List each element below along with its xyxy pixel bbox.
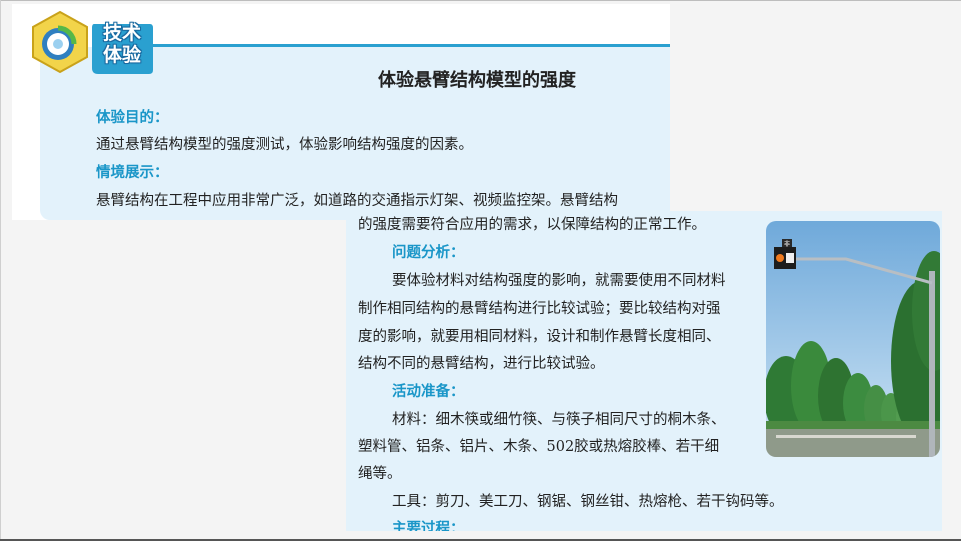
road-marking <box>776 435 916 438</box>
badge-line-2: 体验 <box>102 44 141 66</box>
badge-text: 技术 体验 <box>90 22 154 66</box>
hexagon-gear-icon <box>32 10 88 74</box>
scenario-text-line-1: 悬臂结构在工程中应用非常广泛，如道路的交通指示灯架、视频监控架。悬臂结构 <box>96 193 618 209</box>
materials-line-1: 材料：细木筷或细竹筷、与筷子相同尺寸的桐木条、 <box>392 412 726 428</box>
scenario-text-line-2: 的强度需要符合应用的需求，以保障结构的正常工作。 <box>358 217 706 233</box>
preparation-heading: 活动准备： <box>392 384 465 400</box>
scenario-heading: 情境展示： <box>96 165 169 181</box>
analysis-line-3: 度的影响，就要用相同材料，设计和制作悬臂长度相同、 <box>358 329 721 345</box>
tools-line: 工具：剪刀、美工刀、钢锯、钢丝钳、热熔枪、若干钩码等。 <box>392 494 784 510</box>
road <box>766 426 940 457</box>
frame-left-line <box>0 0 1 541</box>
materials-line-2: 塑料管、铝条、铝片、木条、502胶或热熔胶棒、若干细 <box>358 439 720 455</box>
frame-top-line <box>0 0 961 1</box>
traffic-light-photo: 非 <box>766 221 940 457</box>
page-title: 体验悬臂结构模型的强度 <box>378 70 576 91</box>
signal-sign-text: 非 <box>784 240 790 248</box>
analysis-line-2: 制作相同结构的悬臂结构进行比较试验；要比较结构对强 <box>358 301 721 317</box>
analysis-line-4: 结构不同的悬臂结构，进行比较试验。 <box>358 356 605 372</box>
process-heading: 主要过程： <box>392 521 465 531</box>
textbook-panel-bottom: 的强度需要符合应用的需求，以保障结构的正常工作。 问题分析： 要体验材料对结构强… <box>346 211 942 531</box>
analysis-heading: 问题分析： <box>392 245 465 261</box>
grass-strip <box>766 421 940 429</box>
textbook-panel-top: 技术 体验 体验悬臂结构模型的强度 体验目的： 通过悬臂结构模型的强度测试，体验… <box>12 4 670 220</box>
analysis-line-1: 要体验材料对结构强度的影响，就需要使用不同材料 <box>392 273 726 289</box>
signal-pole <box>929 271 935 457</box>
badge-line-1: 技术 <box>102 22 141 44</box>
materials-line-3: 绳等。 <box>358 466 402 482</box>
purpose-text: 通过悬臂结构模型的强度测试，体验影响结构强度的因素。 <box>96 137 473 153</box>
signal-light <box>776 254 784 262</box>
traffic-light-illustration: 非 <box>766 221 940 457</box>
purpose-heading: 体验目的： <box>96 110 169 126</box>
signal-sign <box>786 253 794 263</box>
